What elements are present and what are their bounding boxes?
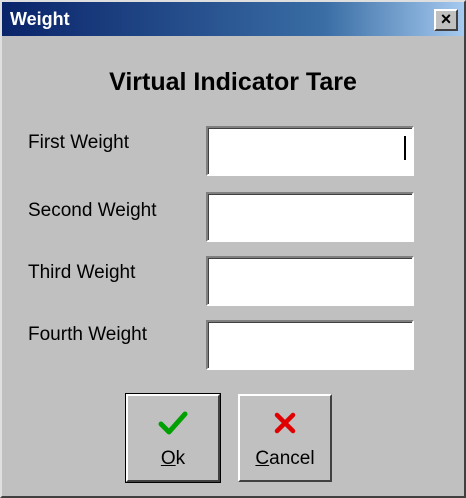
ok-button[interactable]: Ok — [125, 393, 221, 483]
fourth-weight-input[interactable] — [206, 320, 414, 370]
second-weight-label: Second Weight — [28, 200, 157, 221]
close-button[interactable]: × — [434, 9, 458, 31]
second-weight-input[interactable] — [206, 192, 414, 242]
third-weight-label: Third Weight — [28, 262, 136, 283]
text-caret — [404, 136, 406, 160]
title-bar[interactable]: Weight × — [2, 2, 464, 36]
cancel-button-label: Cancel — [255, 448, 315, 469]
close-icon: × — [440, 9, 452, 29]
checkmark-icon — [128, 410, 218, 441]
weight-dialog: Weight × Virtual Indicator Tare First We… — [0, 0, 466, 498]
first-weight-input[interactable] — [206, 126, 414, 176]
x-icon — [240, 410, 330, 441]
first-weight-label: First Weight — [28, 132, 130, 153]
cancel-button[interactable]: Cancel — [238, 394, 332, 482]
window-title: Weight — [10, 9, 70, 29]
third-weight-input[interactable] — [206, 256, 414, 306]
page-title: Virtual Indicator Tare — [109, 68, 357, 96]
fourth-weight-label: Fourth Weight — [28, 324, 147, 345]
ok-button-label: Ok — [160, 448, 186, 469]
